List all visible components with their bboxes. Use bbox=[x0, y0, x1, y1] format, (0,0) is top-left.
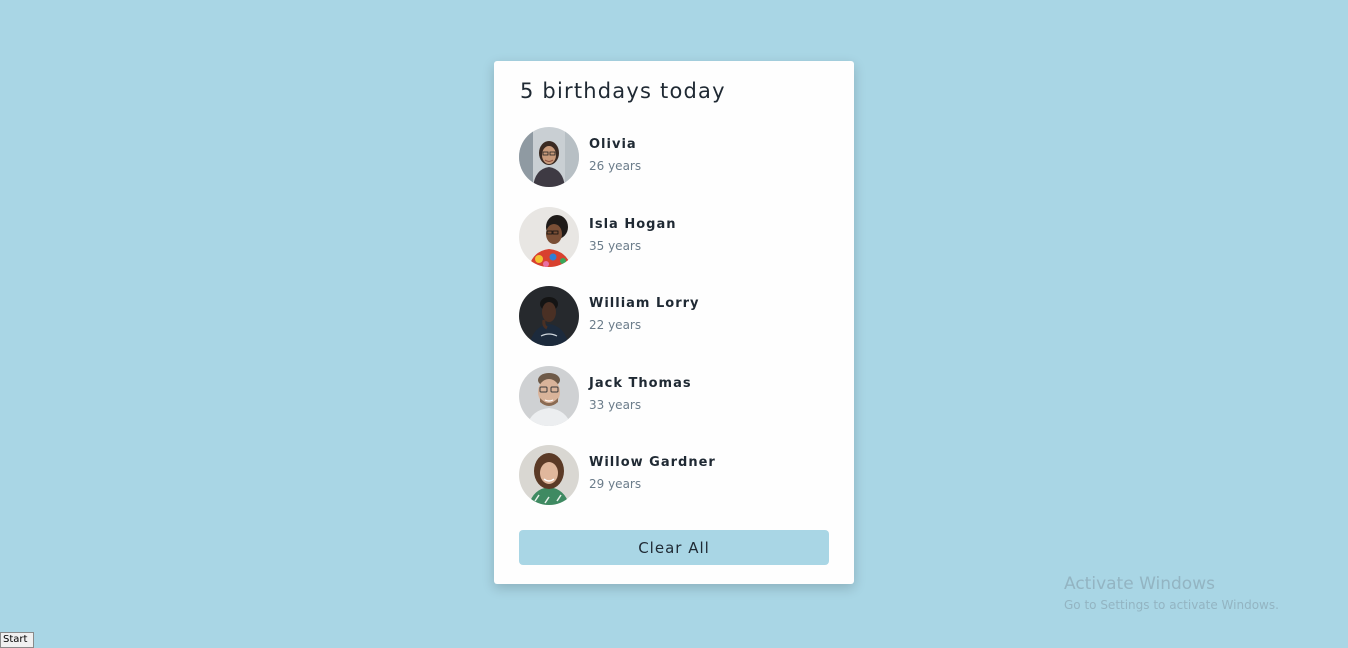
person-age: 29 years bbox=[589, 477, 642, 491]
avatar bbox=[519, 207, 579, 267]
avatar bbox=[519, 366, 579, 426]
start-button[interactable]: Start bbox=[0, 632, 34, 648]
clear-all-button[interactable]: Clear All bbox=[519, 530, 829, 565]
activate-windows-watermark: Activate Windows Go to Settings to activ… bbox=[1064, 574, 1279, 612]
card-title: 5 birthdays today bbox=[520, 79, 726, 103]
person-age: 26 years bbox=[589, 159, 642, 173]
person-age: 22 years bbox=[589, 318, 642, 332]
person-item: Olivia 26 years bbox=[519, 127, 819, 189]
watermark-title: Activate Windows bbox=[1064, 574, 1215, 594]
person-item: William Lorry 22 years bbox=[519, 286, 819, 348]
watermark-subtitle: Go to Settings to activate Windows. bbox=[1064, 598, 1279, 612]
person-name: Jack Thomas bbox=[589, 376, 692, 391]
person-name: Willow Gardner bbox=[589, 455, 716, 470]
person-name: Isla Hogan bbox=[589, 217, 677, 232]
birthday-card: 5 birthdays today Olivia 26 years Isla H… bbox=[494, 61, 854, 584]
person-name: Olivia bbox=[589, 137, 637, 152]
person-age: 33 years bbox=[589, 398, 642, 412]
person-item: Willow Gardner 29 years bbox=[519, 445, 819, 507]
avatar bbox=[519, 127, 579, 187]
avatar bbox=[519, 286, 579, 346]
person-item: Isla Hogan 35 years bbox=[519, 207, 819, 269]
person-name: William Lorry bbox=[589, 296, 700, 311]
person-item: Jack Thomas 33 years bbox=[519, 366, 819, 428]
avatar bbox=[519, 445, 579, 505]
person-age: 35 years bbox=[589, 239, 642, 253]
